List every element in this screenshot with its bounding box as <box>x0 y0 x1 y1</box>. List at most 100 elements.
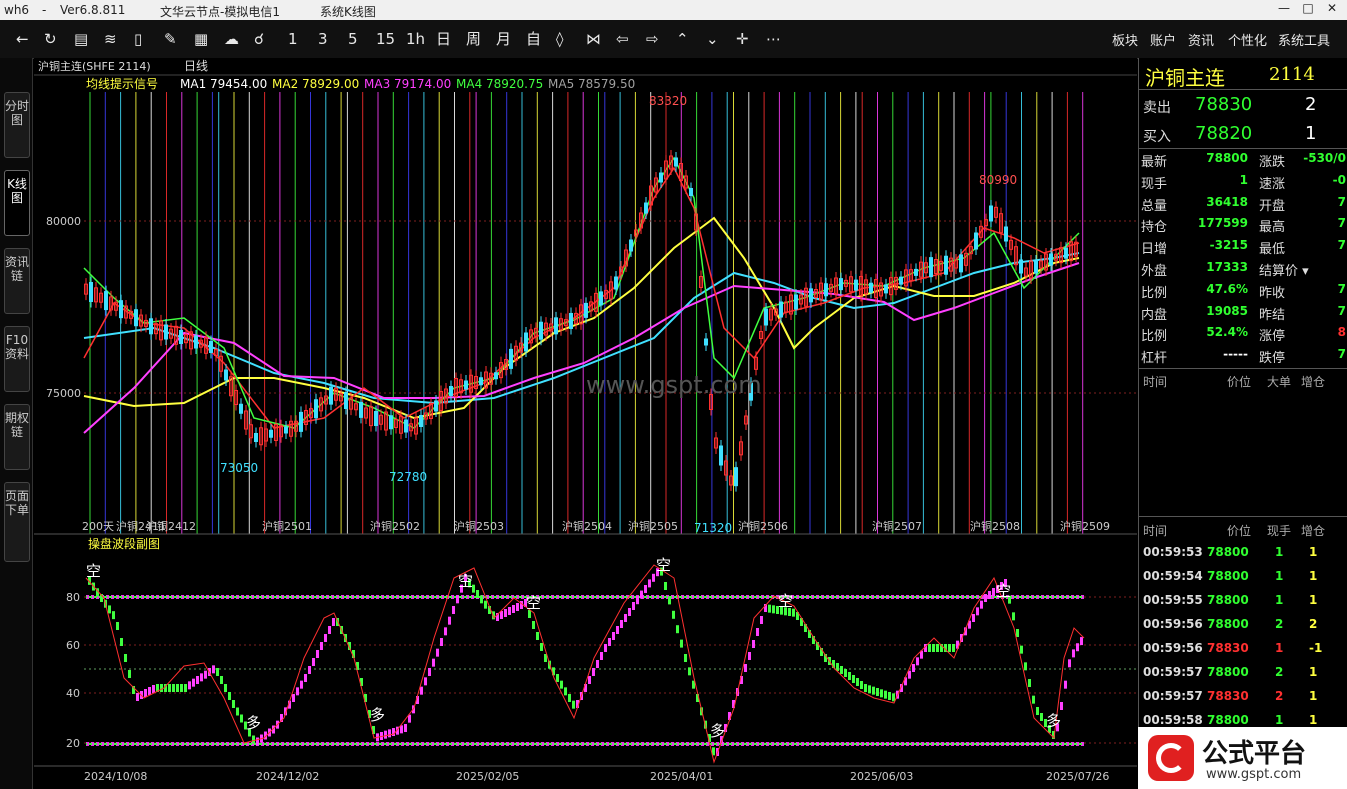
grid-icon[interactable]: ▦ <box>194 29 208 49</box>
osc-bar <box>624 614 627 622</box>
back-icon[interactable]: ← <box>16 29 29 49</box>
osc-bar <box>848 672 851 680</box>
osc-bar <box>596 660 599 668</box>
tab-page-order[interactable]: 页面下单 <box>4 482 30 562</box>
close-icon[interactable]: ✕ <box>1322 1 1342 19</box>
contract-label: 沪铜2501 <box>262 519 312 533</box>
osc-bar <box>672 610 675 619</box>
osc-bar <box>892 693 895 702</box>
candle-body <box>764 308 768 326</box>
crosshair-icon[interactable]: ✛ <box>736 29 749 49</box>
tick-cell: 2 <box>1275 689 1284 703</box>
sell-price[interactable]: 78830 <box>1195 94 1252 115</box>
osc-bar <box>456 595 459 604</box>
list-icon[interactable]: ▤ <box>74 29 88 49</box>
menu-sector[interactable]: 板块 <box>1112 30 1138 49</box>
quote-stat-label[interactable]: 结算价 ▾ <box>1259 260 1309 279</box>
period-1h[interactable]: 1h <box>406 29 425 49</box>
tab-timeshare[interactable]: 分时图 <box>4 92 30 158</box>
period-15[interactable]: 15 <box>376 29 395 49</box>
menu-system-tools[interactable]: 系统工具 <box>1278 30 1330 49</box>
osc-bar <box>760 616 763 624</box>
ma-legend-2: MA2 78929.00 <box>272 77 359 91</box>
osc-bar <box>400 725 403 734</box>
period-custom[interactable]: 自 <box>526 29 541 49</box>
tick-cell: 00:59:53 <box>1143 545 1203 559</box>
kline-chart[interactable]: 沪铜主连(SHFE 2114) 日线 均线提示信号 MA1 79454.00 MA… <box>34 58 1137 789</box>
tab-news-chain[interactable]: 资讯链 <box>4 248 30 314</box>
osc-bar <box>648 579 651 588</box>
period-day[interactable]: 日 <box>436 29 451 49</box>
buy-label: 买入 <box>1143 129 1171 145</box>
period-week[interactable]: 周 <box>466 29 481 49</box>
logo-url: www.gspt.com <box>1206 767 1302 782</box>
candle-icon[interactable]: ▯ <box>134 29 142 49</box>
osc-bar <box>312 658 315 666</box>
contract-label: 沪铜2412 <box>146 519 196 533</box>
sub-chart-label[interactable]: 操盘波段副图 <box>88 536 160 551</box>
period-3[interactable]: 3 <box>318 29 328 49</box>
tick-cell: 00:59:57 <box>1143 689 1203 703</box>
more-icon[interactable]: ⋯ <box>766 29 781 49</box>
chart-symbol-label: 沪铜主连(SHFE 2114) <box>38 59 151 73</box>
period-month[interactable]: 月 <box>496 29 511 49</box>
buy-price[interactable]: 78820 <box>1195 123 1252 144</box>
tab-kline[interactable]: K线图 <box>4 170 30 236</box>
quote-stat-label: 最高 <box>1259 220 1286 236</box>
prev-icon[interactable]: ⇦ <box>616 29 629 49</box>
osc-bar <box>440 638 443 646</box>
period-5[interactable]: 5 <box>348 29 358 49</box>
next-icon[interactable]: ⇨ <box>646 29 659 49</box>
candle-body <box>284 426 288 434</box>
candle-body <box>269 429 273 438</box>
menu-personalize[interactable]: 个性化 <box>1228 30 1267 49</box>
menu-account[interactable]: 账户 <box>1150 30 1176 49</box>
up-icon[interactable]: ⌃ <box>676 29 689 49</box>
menu-news[interactable]: 资讯 <box>1188 30 1214 49</box>
sub-tick-80: 80 <box>66 591 80 604</box>
sub-tick-20: 20 <box>66 737 80 750</box>
sub-tick-60: 60 <box>66 639 80 652</box>
chart-period-label[interactable]: 日线 <box>184 59 208 73</box>
watermark: www.gspt.com <box>586 371 762 399</box>
osc-bar <box>448 616 451 625</box>
quote-stat-value: 78800 <box>1206 151 1248 165</box>
tab-f10[interactable]: F10资料 <box>4 326 30 392</box>
ma-legend-3: MA3 79174.00 <box>364 77 451 91</box>
osc-bar <box>980 600 983 609</box>
tab-options-chain[interactable]: 期权链 <box>4 404 30 470</box>
osc-bar <box>592 668 595 676</box>
candle-body <box>164 324 168 340</box>
zoom-out-icon[interactable]: ⋈ <box>586 29 601 49</box>
indicator-label[interactable]: 均线提示信号 <box>86 76 158 91</box>
quote-stat-label: 日增 <box>1141 242 1168 258</box>
osc-bar <box>572 700 575 709</box>
osc-bar <box>444 627 447 636</box>
refresh-icon[interactable]: ↻ <box>44 29 57 49</box>
candle-body <box>704 338 708 346</box>
bell-icon[interactable]: ☌ <box>254 29 264 49</box>
osc-bar <box>512 605 515 613</box>
draw-icon[interactable]: ✎ <box>164 29 177 49</box>
minimize-icon[interactable]: — <box>1274 1 1294 19</box>
osc-bar <box>888 692 891 700</box>
zoom-in-icon[interactable]: ◊ <box>556 29 563 49</box>
quote-stat-label: 最低 <box>1259 242 1286 258</box>
candle-body <box>809 288 813 303</box>
tick-cell: 1 <box>1275 593 1284 607</box>
maximize-icon[interactable]: □ <box>1298 1 1318 19</box>
osc-bar <box>148 687 151 695</box>
tick-row: 00:59:56 78830 1 -1 <box>1139 636 1347 660</box>
down-icon[interactable]: ⌄ <box>706 29 719 49</box>
period-1[interactable]: 1 <box>288 29 298 49</box>
tick-cell: 78800 <box>1207 593 1249 607</box>
candle-body <box>104 291 108 311</box>
cloud-icon[interactable]: ☁ <box>224 29 239 49</box>
quote-stat-value: 47.6% <box>1206 281 1248 296</box>
candle-body <box>584 302 588 318</box>
line-chart-icon[interactable]: ≋ <box>104 29 117 49</box>
osc-bar <box>1064 680 1067 689</box>
quote-row: 杠杆 ----- 跌停 7 <box>1139 344 1347 366</box>
osc-bar <box>688 667 691 676</box>
osc-bar <box>1036 707 1039 715</box>
